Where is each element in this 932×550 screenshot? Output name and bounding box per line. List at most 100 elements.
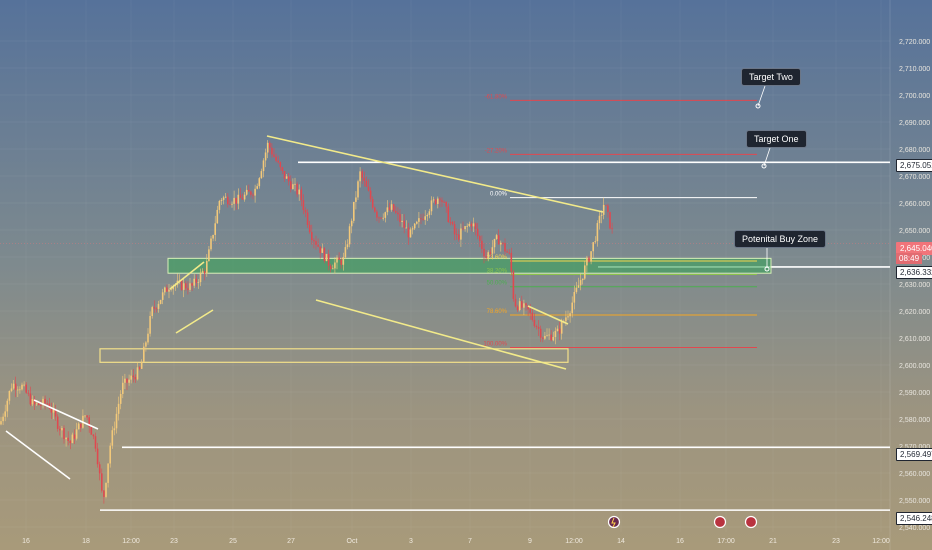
candle-body <box>218 201 221 210</box>
candle-body <box>241 198 244 200</box>
flag-top <box>33 399 99 430</box>
candle-body <box>311 232 313 241</box>
candle-body <box>611 228 613 230</box>
candle-body <box>439 198 441 201</box>
candle-body <box>506 251 508 253</box>
flag-us-icon[interactable] <box>713 515 727 529</box>
candle-body <box>403 220 405 228</box>
candle-body <box>579 280 582 286</box>
candle-body <box>485 256 487 258</box>
candle-body <box>413 223 416 229</box>
candle-body <box>441 200 443 202</box>
candle-body <box>334 262 336 269</box>
candle-body <box>430 200 433 212</box>
candle-body <box>483 248 485 257</box>
candle-body <box>348 226 351 245</box>
candle-body <box>575 287 578 292</box>
candle-body <box>229 204 231 205</box>
y-tick-label: 2,590.000 <box>899 390 930 397</box>
candle-body <box>159 299 162 304</box>
candle-body <box>6 400 9 412</box>
y-tick-label: 2,630.000 <box>899 282 930 289</box>
x-tick-label: 25 <box>229 538 237 545</box>
candle-body <box>451 222 454 225</box>
candle-body <box>500 242 502 245</box>
candle-body <box>197 282 200 283</box>
candle-body <box>600 214 603 216</box>
candle-body <box>153 307 156 309</box>
candle-body <box>531 312 534 320</box>
candle-body <box>151 307 153 317</box>
buy-zone-label: Potenital Buy Zone <box>734 230 827 248</box>
candle-body <box>275 156 277 161</box>
candle-body <box>119 393 122 404</box>
candle-body <box>8 390 11 401</box>
candle-body <box>584 265 586 279</box>
candle-body <box>476 228 479 237</box>
fib-label: 0.00% <box>490 192 508 198</box>
resistance-price-badge: 2,675.051 <box>896 159 932 172</box>
candle-body <box>470 223 473 227</box>
candle-body <box>67 437 69 441</box>
x-tick-label: 18 <box>82 538 90 545</box>
candle-body <box>390 204 393 210</box>
fib-label: -27.20% <box>485 148 508 154</box>
candle-body <box>317 244 319 247</box>
candle-body <box>161 292 164 300</box>
candle-body <box>388 207 391 210</box>
candle-body <box>140 361 143 369</box>
candle-body <box>466 225 468 227</box>
candle-body <box>138 367 141 369</box>
y-tick-label: 2,560.000 <box>899 471 930 478</box>
candle-body <box>369 190 372 200</box>
candle-body <box>285 176 288 179</box>
candle-body <box>134 377 137 380</box>
candle-body <box>416 221 418 224</box>
candle-body <box>187 288 189 290</box>
candle-body <box>84 415 86 417</box>
candle-body <box>323 248 326 262</box>
candle-body <box>308 224 311 233</box>
flag-us-icon[interactable] <box>744 515 758 529</box>
candle-body <box>107 463 109 483</box>
candle-body <box>17 389 19 391</box>
candle-body <box>342 257 345 265</box>
candle-body <box>537 326 540 329</box>
x-tick-label: 14 <box>617 538 625 545</box>
candle-body <box>468 223 471 226</box>
candle-body <box>546 335 548 337</box>
candle-body <box>199 272 202 283</box>
candle-body <box>607 205 609 212</box>
candle-body <box>220 199 223 202</box>
candle-body <box>560 321 563 334</box>
candle-body <box>554 331 557 338</box>
candle-body <box>573 291 576 303</box>
candle-body <box>516 306 519 311</box>
x-tick-label: 12:00 <box>872 538 890 545</box>
fib-levels: -61.80% -27.20% 0.00% 23.60% 38.20% 50.00% 78.… <box>483 94 757 348</box>
y-tick-label: 2,580.000 <box>899 417 930 424</box>
candle-body <box>304 209 307 213</box>
fib-label: 78.60% <box>487 309 508 315</box>
candle-body <box>38 403 40 406</box>
candle-body <box>533 319 536 327</box>
candle-body <box>535 326 538 327</box>
candle-body <box>594 241 597 243</box>
candle-body <box>143 346 145 362</box>
candle-body <box>195 278 198 283</box>
candle-body <box>35 403 38 405</box>
candle-body <box>92 434 95 437</box>
event-markers[interactable] <box>607 515 758 529</box>
candle-body <box>122 382 124 394</box>
flag-bottom <box>5 430 71 480</box>
y-tick-label: 2,610.000 <box>899 336 930 343</box>
support-mid-price-badge: 2,569.497 <box>896 448 932 461</box>
candle-body <box>426 214 429 217</box>
candle-body <box>458 234 460 240</box>
candle-body <box>132 375 135 378</box>
candle-body <box>227 196 229 205</box>
candle-body <box>44 398 46 404</box>
candle-body <box>449 221 452 223</box>
y-tick-label: 2,540.000 <box>899 525 930 532</box>
candle-body <box>321 248 324 253</box>
